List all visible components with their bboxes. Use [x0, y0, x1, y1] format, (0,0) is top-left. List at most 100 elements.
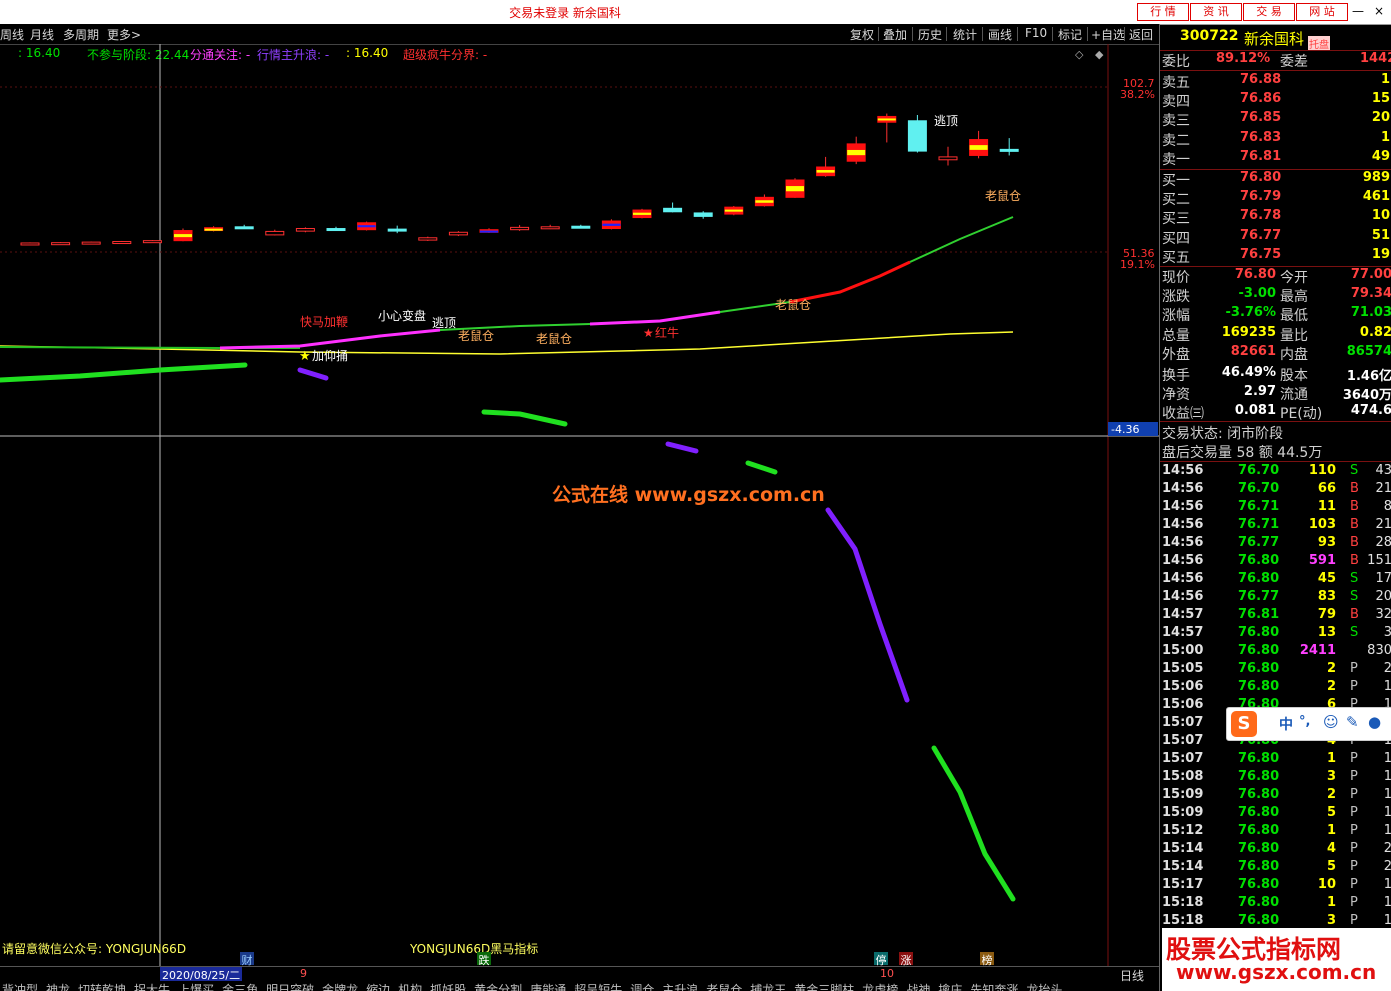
tab-weekly[interactable]: 周线 [0, 26, 24, 43]
indicator-tab[interactable]: 战神 [906, 983, 930, 991]
stat-row: 涨跌 -3.00 最高 79.34 [1160, 286, 1391, 305]
website-button[interactable]: 网 站 [1296, 3, 1348, 21]
tick-time: 15:18 [1162, 913, 1204, 928]
indicator-tab[interactable]: 背冲型 [2, 983, 38, 991]
candle [693, 211, 713, 219]
candle [877, 113, 897, 143]
indicator-tab[interactable]: 调仓 [630, 983, 654, 991]
back-button[interactable]: 返回 [1129, 26, 1153, 43]
stock-badge: 托盘 [1308, 36, 1330, 51]
chart-toolbar: 周线 月线 多周期 更多> 复权 叠加 历史 统计 画线 F10 标记 +自选 … [0, 24, 1159, 45]
indicator-tab[interactable]: 切转乾坤 [78, 983, 126, 991]
after-hours: 盘后交易量 58 额 44.5万 [1162, 445, 1323, 461]
tick-time: 15:07 [1162, 751, 1204, 766]
indicator-tab[interactable]: 黄金分割 [474, 983, 522, 991]
tick-time: 14:56 [1162, 589, 1204, 604]
indicator-tab[interactable]: 主升浪 [662, 983, 698, 991]
indicator-tab[interactable]: 拐大牛 [134, 983, 170, 991]
indicator-tab[interactable]: 明日突破 [266, 983, 314, 991]
candle-body [907, 120, 927, 152]
stat-value: 1.46亿 [1346, 369, 1391, 384]
bid-price: 76.75 [1240, 246, 1282, 262]
tick-volume: 10 [1317, 877, 1336, 892]
add-favorite-button[interactable]: +自选 [1091, 26, 1125, 43]
tick-price: 76.80 [1238, 877, 1280, 892]
indicator-tab[interactable]: 捕龙王 [750, 983, 786, 991]
label-kuaima: 快马加鞭 [300, 315, 348, 329]
history-button[interactable]: 历史 [918, 26, 942, 43]
tick-price: 76.80 [1238, 895, 1280, 910]
news-button[interactable]: 资 讯 [1190, 3, 1242, 21]
weibi-row: 委比 89.12% 委差 1442 [1160, 51, 1391, 70]
tick-row: 15:09 76.80 5 P 1 [1160, 805, 1391, 823]
tick-price: 76.80 [1238, 787, 1280, 802]
indicator-tab[interactable]: 金三角 [222, 983, 258, 991]
candle [938, 146, 958, 166]
tick-volume: 2411 [1299, 643, 1336, 658]
indicator-tab[interactable]: 先知奔涨 [970, 983, 1018, 991]
tick-count: 1 [1383, 805, 1391, 820]
divider [1160, 421, 1391, 422]
candle [295, 227, 315, 233]
tick-price: 76.80 [1238, 661, 1280, 676]
wechat-notice: 请留意微信公众号: YONGJUN66D [2, 942, 187, 956]
marker-die: 跌 [477, 952, 491, 967]
candle [51, 242, 71, 246]
overlay-button[interactable]: 叠加 [883, 26, 907, 43]
minimize-icon[interactable]: — [1349, 3, 1367, 19]
quote-button[interactable]: 行 情 [1137, 3, 1189, 21]
ime-mode-chinese[interactable]: 中 [1279, 714, 1293, 734]
fuquan-button[interactable]: 复权 [850, 26, 874, 43]
indicator-tab[interactable]: 抓妖股 [430, 983, 466, 991]
label-taoding-1: 逃顶 [432, 316, 456, 330]
tick-side: B [1350, 517, 1359, 532]
trade-button[interactable]: 交 易 [1243, 3, 1295, 21]
candle-band [633, 212, 651, 215]
pen-icon[interactable]: ✎ [1346, 713, 1359, 731]
f10-button[interactable]: F10 [1025, 26, 1047, 40]
indicator-tab[interactable]: 金牌龙 [322, 983, 358, 991]
emoji-icon[interactable]: ☺ [1323, 713, 1339, 731]
candle [571, 224, 591, 229]
star-icon: ★ [643, 326, 654, 340]
close-icon[interactable]: × [1370, 3, 1388, 19]
window-title: 交易未登录 新余国科 [509, 6, 621, 20]
indicator-tab[interactable]: 龙抬头 [1026, 983, 1062, 991]
draw-button[interactable]: 画线 [988, 26, 1012, 43]
candle [234, 224, 254, 230]
indicator-tab[interactable]: 机构 [398, 983, 422, 991]
indicator-tab[interactable]: 神龙 [46, 983, 70, 991]
label-hongniu: 红牛 [655, 325, 679, 340]
tick-time: 15:09 [1162, 787, 1204, 802]
tab-monthly[interactable]: 月线 [30, 26, 54, 43]
indicator-tab[interactable]: 黄金三脚柱 [794, 983, 854, 991]
candle-body [387, 228, 407, 232]
microphone-icon[interactable]: ● [1368, 713, 1381, 731]
indicator-tab[interactable]: 唐能通 [530, 983, 566, 991]
indicator-tab[interactable]: 上爆买 [178, 983, 214, 991]
ime-punct-icon[interactable]: °, [1299, 714, 1310, 729]
weibi-label: 委比 [1162, 54, 1190, 70]
bid-row: 买四 76.77 51 [1160, 228, 1391, 247]
indicator-tab[interactable]: 超呈短牛 [574, 983, 622, 991]
stats-button[interactable]: 统计 [953, 26, 977, 43]
indicator-tab[interactable]: 缩边 [366, 983, 390, 991]
ime-toolbar[interactable]: S 中 °, ☺ ✎ ● [1226, 707, 1391, 741]
indicator-tab[interactable]: 擒庄 [938, 983, 962, 991]
ma-line-magenta [219, 328, 441, 350]
label-taoding-2: 逃顶 [934, 114, 958, 128]
kline-chart[interactable]: ◇ ◆ 快马加鞭 小心变盘 逃顶 老鼠仓 老鼠仓 ★ 红牛 老鼠仓 逃顶 老鼠仓… [0, 44, 1159, 966]
tab-multi-period[interactable]: 多周期 [63, 26, 99, 43]
indicator-tab[interactable]: 老鼠仓 [706, 983, 742, 991]
tick-side: S [1350, 571, 1359, 586]
indicator-tab[interactable]: 龙虎榜 [862, 983, 898, 991]
bid-row: 买三 76.78 10 [1160, 208, 1391, 227]
divider [1124, 27, 1125, 41]
period-label[interactable]: 日线 [1120, 967, 1144, 984]
bid-row: 买二 76.79 461 [1160, 189, 1391, 208]
divider [1017, 27, 1018, 41]
marker-zhang: 涨 [899, 952, 913, 967]
tab-more[interactable]: 更多> [107, 26, 141, 43]
mark-button[interactable]: 标记 [1058, 26, 1082, 43]
tick-count: 20 [1375, 589, 1391, 604]
